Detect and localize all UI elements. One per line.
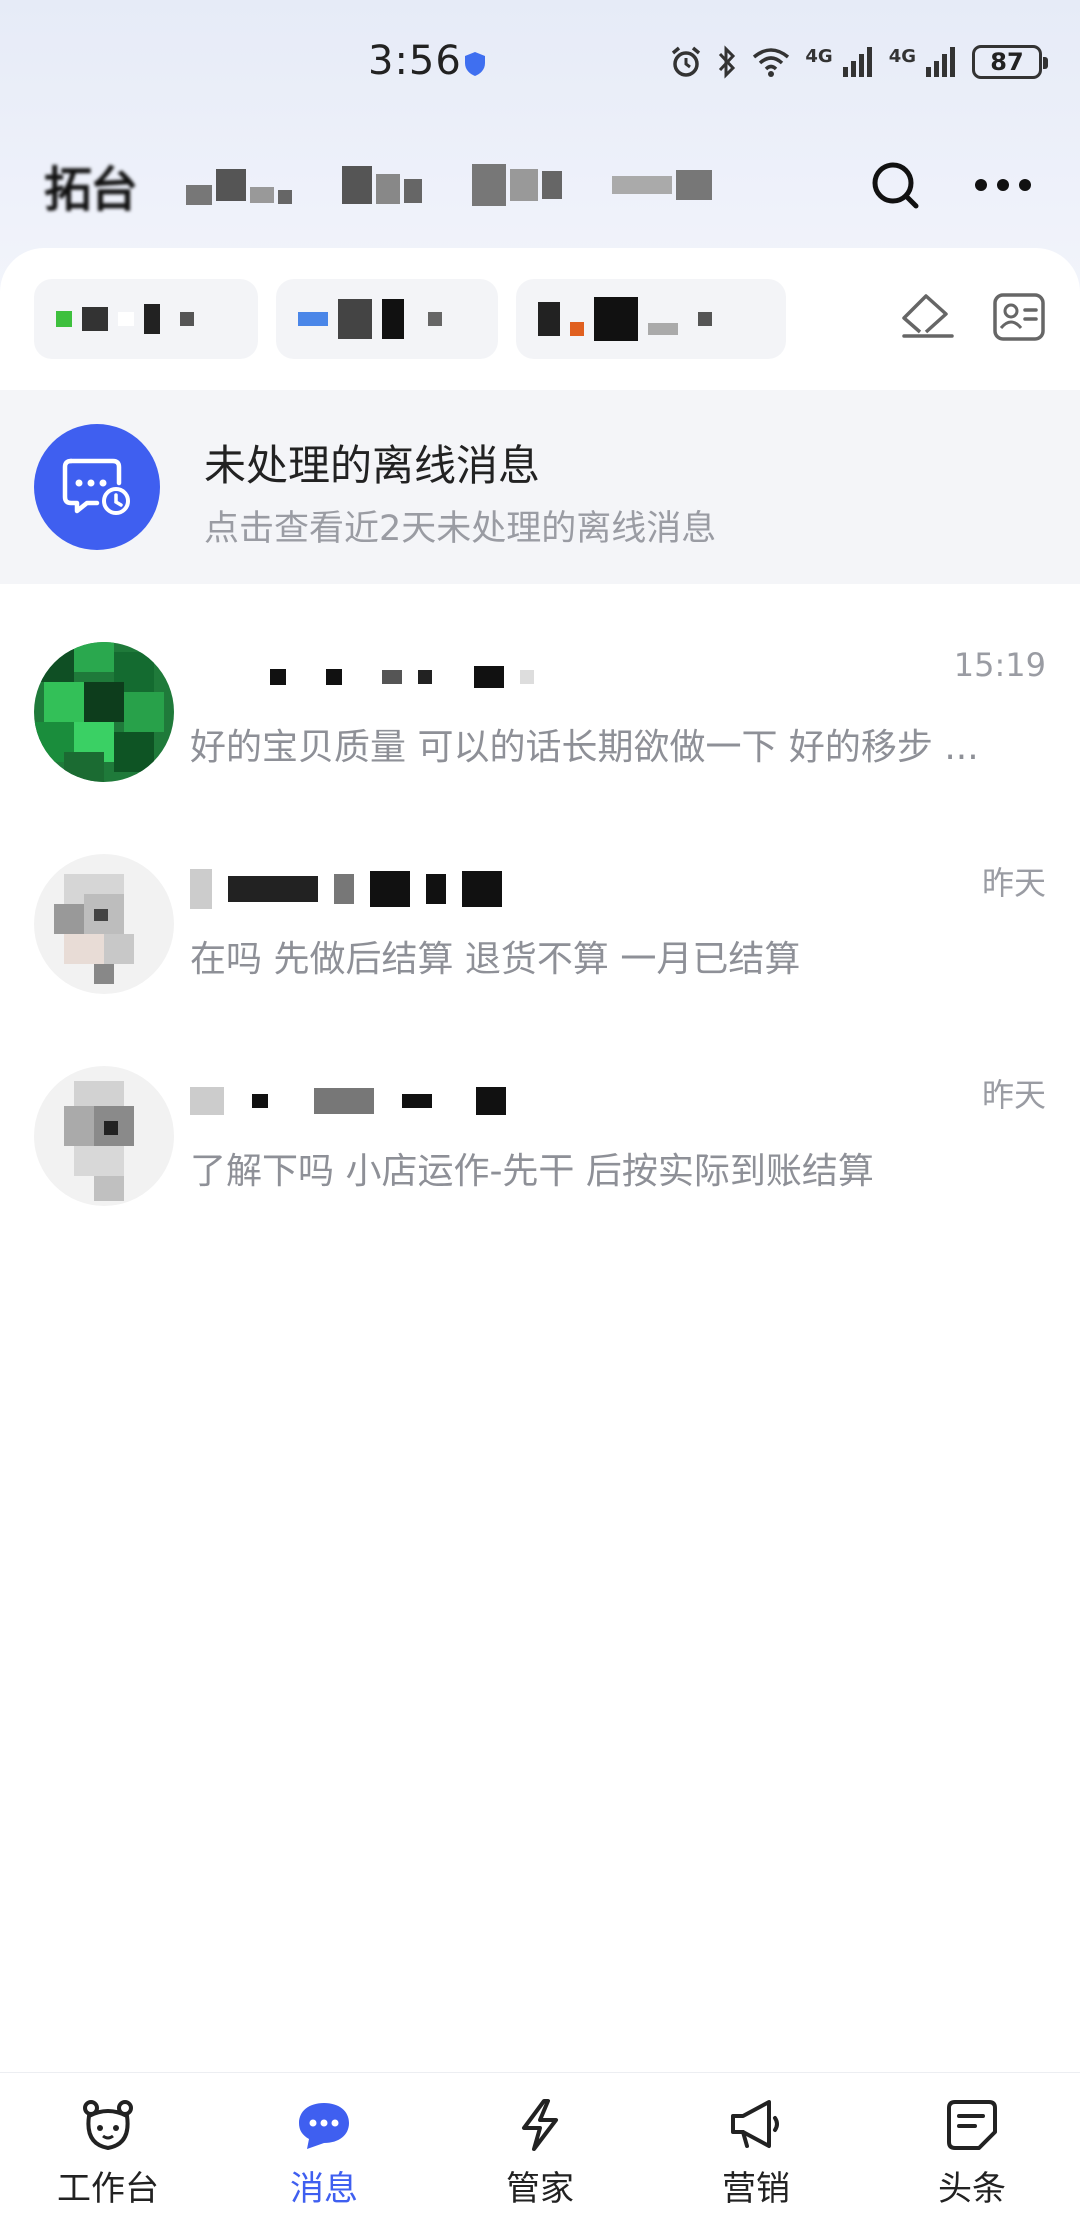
offline-banner-title: 未处理的离线消息 bbox=[204, 441, 541, 490]
nav-item-marketing[interactable]: 营销 bbox=[648, 2073, 864, 2228]
network-label-1: 4G bbox=[805, 45, 833, 67]
avatar bbox=[34, 854, 174, 994]
nav-label: 工作台 bbox=[57, 2169, 159, 2209]
nav-item-headlines[interactable]: 头条 bbox=[864, 2073, 1080, 2228]
app-header: 拓台 bbox=[0, 130, 1080, 240]
conversation-preview: 好的宝贝质量 可以的话长期欲做一下 好的移步 ... bbox=[190, 727, 979, 768]
bottom-nav: 工作台 消息 管家 营销 头条 bbox=[0, 2072, 1080, 2228]
avatar bbox=[34, 642, 174, 782]
battery-level: 87 bbox=[990, 48, 1024, 76]
pixelated-text bbox=[342, 166, 423, 204]
nav-label: 管家 bbox=[506, 2169, 574, 2209]
eraser-icon[interactable] bbox=[900, 292, 956, 342]
offline-messages-banner[interactable]: 未处理的离线消息 点击查看近2天未处理的离线消息 bbox=[0, 390, 1080, 584]
bluetooth-icon bbox=[719, 45, 736, 79]
pixelated-text bbox=[472, 164, 563, 206]
conversation-time: 昨天 bbox=[981, 1076, 1046, 1114]
network-label-2: 4G bbox=[888, 45, 916, 67]
pixelated-text bbox=[612, 170, 713, 200]
pixelated-text bbox=[186, 165, 293, 205]
conversation-item[interactable]: 昨天 在吗 先做后结算 退货不算 一月已结算 bbox=[0, 824, 1080, 1034]
filter-chip[interactable] bbox=[276, 279, 498, 359]
conversation-item[interactable]: 15:19 好的宝贝质量 可以的话长期欲做一下 好的移步 ... bbox=[0, 612, 1080, 822]
offline-banner-subtitle: 点击查看近2天未处理的离线消息 bbox=[204, 509, 717, 549]
filter-row bbox=[34, 276, 1046, 362]
shield-icon bbox=[465, 52, 485, 76]
nav-item-messages[interactable]: 消息 bbox=[216, 2073, 432, 2228]
news-icon bbox=[942, 2095, 1002, 2155]
nav-label: 营销 bbox=[722, 2169, 790, 2209]
chat-bubble-icon bbox=[294, 2095, 354, 2155]
conversation-name-pixelated bbox=[270, 652, 534, 702]
megaphone-icon bbox=[726, 2095, 786, 2155]
avatar bbox=[34, 1066, 174, 1206]
search-button[interactable] bbox=[862, 152, 928, 218]
conversation-preview: 了解下吗 小店运作-先干 后按实际到账结算 bbox=[190, 1151, 874, 1192]
shop-name: 拓台 bbox=[44, 162, 138, 218]
battery-indicator: 87 bbox=[972, 45, 1048, 79]
nav-label: 消息 bbox=[290, 2169, 358, 2209]
more-button[interactable] bbox=[970, 152, 1036, 218]
offline-chat-clock-icon bbox=[34, 424, 160, 550]
contact-card-icon[interactable] bbox=[992, 292, 1046, 342]
signal-icon bbox=[926, 47, 955, 77]
conversation-preview: 在吗 先做后结算 退货不算 一月已结算 bbox=[190, 939, 801, 980]
filter-tools bbox=[900, 292, 1046, 342]
conversation-name-pixelated bbox=[190, 864, 502, 914]
status-bar: 3:56 4G 4G 87 bbox=[0, 0, 1080, 120]
filter-chip[interactable] bbox=[516, 279, 786, 359]
more-icon bbox=[975, 179, 1031, 191]
alarm-icon bbox=[672, 46, 701, 77]
search-icon bbox=[872, 162, 919, 209]
nav-item-workbench[interactable]: 工作台 bbox=[0, 2073, 216, 2228]
lightning-icon bbox=[510, 2095, 570, 2155]
nav-item-butler[interactable]: 管家 bbox=[432, 2073, 648, 2228]
status-time: 3:56 bbox=[368, 38, 462, 84]
status-icons: 4G 4G 87 bbox=[669, 42, 1048, 82]
message-panel: 未处理的离线消息 点击查看近2天未处理的离线消息 15:19 好的宝贝质量 可以… bbox=[0, 248, 1080, 2078]
signal-icon bbox=[842, 47, 872, 77]
bear-face-icon bbox=[78, 2095, 138, 2155]
conversation-time: 15:19 bbox=[953, 646, 1046, 684]
conversation-name-pixelated bbox=[190, 1076, 506, 1126]
conversation-item[interactable]: 昨天 了解下吗 小店运作-先干 后按实际到账结算 bbox=[0, 1036, 1080, 1246]
nav-label: 头条 bbox=[938, 2169, 1006, 2209]
wifi-icon bbox=[753, 48, 790, 77]
shop-name-pixelated[interactable]: 拓台 bbox=[44, 150, 764, 220]
filter-chip[interactable] bbox=[34, 279, 258, 359]
conversation-time: 昨天 bbox=[981, 864, 1046, 902]
